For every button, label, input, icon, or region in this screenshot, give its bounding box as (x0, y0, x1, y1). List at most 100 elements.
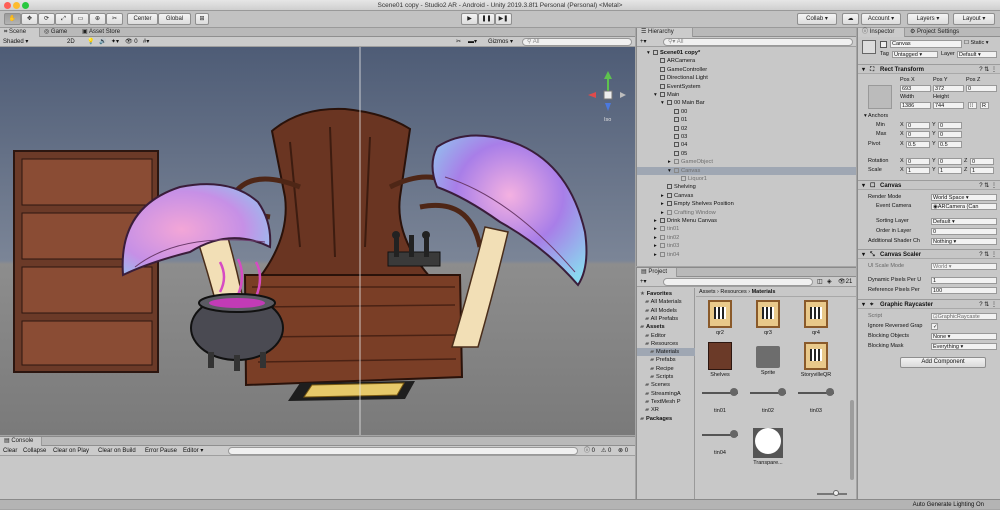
component-menu-icon[interactable]: ? ⇅ ⋮ (979, 65, 997, 75)
console-error-count[interactable]: ⊗ 0 (618, 446, 628, 456)
console-search-input[interactable] (228, 447, 578, 455)
render-mode-dropdown[interactable]: World Space ▾ (931, 194, 997, 201)
project-tree-item[interactable]: ▰ All Materials (637, 298, 695, 306)
asset-item[interactable]: Transpare... (748, 426, 788, 466)
hierarchy-item[interactable]: ▾ Main (637, 91, 856, 99)
vector-component-field[interactable]: 0 (906, 131, 930, 138)
raw-edit-button[interactable]: R (980, 102, 989, 109)
hierarchy-item[interactable]: ▾ 00 Main Bar (637, 99, 856, 107)
grid-toggle-icon[interactable]: #▾ (143, 37, 149, 47)
anchor-preset-icon[interactable] (868, 85, 892, 109)
project-tree-item[interactable]: ▰ Prefabs (637, 356, 695, 364)
vector-component-field[interactable]: 0 (906, 158, 930, 165)
hierarchy-item[interactable]: ARCamera (637, 57, 856, 65)
component-menu-icon[interactable]: ? ⇅ ⋮ (979, 250, 997, 260)
console-editor-dropdown[interactable]: Editor ▾ (183, 446, 203, 456)
tab-console[interactable]: ▤ Console (0, 437, 42, 446)
vector-component-field[interactable]: 0 (906, 122, 930, 129)
project-search-input[interactable] (663, 278, 813, 286)
order-in-layer-field[interactable]: 0 (931, 228, 997, 235)
tab-project[interactable]: ▤ Project (637, 268, 677, 277)
hierarchy-item[interactable]: ▾ Canvas (637, 166, 856, 175)
console-log-count[interactable]: ⓘ 0 (584, 446, 595, 456)
hierarchy-item[interactable]: ▸ tin04 (637, 251, 856, 259)
tools-icon[interactable]: ✂ (456, 37, 461, 47)
scene-search-input[interactable]: ⚲ All (522, 38, 632, 46)
audio-toggle-icon[interactable]: 🔊 (99, 37, 106, 47)
hierarchy-item[interactable]: ▸ tin03 (637, 242, 856, 250)
project-tree-item[interactable]: ★ Favorites (637, 290, 695, 298)
shading-mode-dropdown[interactable]: Shaded ▾ (3, 37, 28, 47)
rect-tool-button[interactable]: ▭ (72, 13, 89, 25)
cloud-icon[interactable]: ☁ (842, 13, 859, 25)
blocking-objects-dropdown[interactable]: None ▾ (931, 333, 997, 340)
project-tree-item[interactable]: ▰ XR (637, 406, 695, 414)
scale-tool-button[interactable]: ⤢ (55, 13, 72, 25)
hierarchy-item[interactable]: ▸ Empty Shelves Position (637, 200, 856, 208)
layout-dropdown[interactable]: Layout ▾ (953, 13, 995, 25)
vector-component-field[interactable]: 1 (970, 167, 994, 174)
anchors-foldout[interactable]: ▾ Anchors (864, 113, 888, 120)
hierarchy-item[interactable]: 00 (637, 108, 856, 116)
hierarchy-item[interactable]: 01 (637, 116, 856, 124)
filter-type-icon[interactable]: ◫ (817, 277, 823, 287)
console-clear-on-play-button[interactable]: Clear on Play (53, 446, 89, 456)
close-window-icon[interactable] (4, 2, 11, 9)
hierarchy-item[interactable]: 03 (637, 133, 856, 141)
breadcrumb-resources[interactable]: Resources (720, 289, 746, 295)
project-tree-item[interactable]: ▰ Editor (637, 332, 695, 340)
rect-transform-header[interactable]: Rect Transform ▾ ⛶? ⇅ ⋮ (858, 64, 1000, 74)
active-checkbox[interactable] (880, 41, 887, 48)
vector-component-field[interactable]: 1 (938, 167, 962, 174)
snap-button[interactable]: ⊞ (195, 13, 209, 25)
hidden-objects-icon[interactable]: 👁 0 (125, 37, 138, 47)
asset-item[interactable]: qr3 (748, 300, 788, 336)
tag-dropdown[interactable]: Untagged ▾ (892, 51, 938, 58)
thumbnail-size-slider-handle[interactable] (833, 490, 839, 496)
pos-x-field[interactable]: 693 (900, 85, 931, 92)
transform-tool-button[interactable]: ⊕ (89, 13, 106, 25)
hierarchy-search-input[interactable]: ⚲▾ All (663, 38, 853, 46)
asset-item[interactable]: tin02 (748, 384, 788, 414)
vector-component-field[interactable]: 1 (906, 167, 930, 174)
foldout-arrow-icon[interactable]: ▾ (862, 250, 865, 260)
layers-dropdown[interactable]: Layers ▾ (907, 13, 949, 25)
custom-tool-button[interactable]: ✂ (106, 13, 123, 25)
ui-scale-mode-dropdown[interactable]: World ▾ (931, 263, 997, 270)
asset-item[interactable]: tin01 (700, 384, 740, 414)
scene-viewport[interactable]: Iso (0, 47, 635, 435)
hierarchy-item[interactable]: EventSystem (637, 83, 856, 91)
vector-component-field[interactable]: 0.5 (906, 141, 930, 148)
camera-settings-icon[interactable]: ▬▾ (468, 37, 477, 47)
rotate-tool-button[interactable]: ⟳ (38, 13, 55, 25)
hierarchy-item[interactable]: ▸ Drink Menu Canvas (637, 217, 856, 225)
event-camera-field[interactable]: ◉ARCamera (Can (931, 203, 997, 210)
pivot-global-button[interactable]: Global (158, 13, 191, 25)
hierarchy-item[interactable]: Shelving (637, 183, 856, 191)
hidden-packages-count[interactable]: 👁21 (838, 277, 852, 287)
blocking-mask-dropdown[interactable]: Everything ▾ (931, 343, 997, 350)
project-tree-item[interactable]: ▰ Scripts (637, 373, 695, 381)
reference-pixels-field[interactable]: 100 (931, 287, 997, 294)
project-tree-item[interactable]: ▰ Recipe (637, 365, 695, 373)
move-tool-button[interactable]: ✥ (21, 13, 38, 25)
hierarchy-item[interactable]: ▸ GameObject (637, 158, 856, 166)
vector-component-field[interactable]: 0 (970, 158, 994, 165)
shader-channels-dropdown[interactable]: Nothing ▾ (931, 238, 997, 245)
foldout-arrow-icon[interactable]: ▾ (862, 300, 865, 310)
pivot-center-button[interactable]: Center (127, 13, 158, 25)
width-field[interactable]: 1386 (900, 102, 931, 109)
zoom-window-icon[interactable] (22, 2, 29, 9)
object-name-field[interactable]: Canvas (890, 40, 962, 48)
tab-hierarchy[interactable]: ☰ Hierarchy (637, 28, 693, 37)
component-menu-icon[interactable]: ? ⇅ ⋮ (979, 181, 997, 191)
vector-component-field[interactable]: 0 (938, 158, 962, 165)
dynamic-pixels-field[interactable]: 1 (931, 277, 997, 284)
hierarchy-item[interactable]: ▾ Scene01 copy* (637, 49, 856, 57)
vector-component-field[interactable]: 0 (938, 131, 962, 138)
canvas-component-header[interactable]: Canvas ▾ ☐? ⇅ ⋮ (858, 180, 1000, 190)
breadcrumb-materials[interactable]: Materials (752, 289, 776, 295)
hierarchy-item[interactable]: Liquor1 (637, 175, 856, 183)
hierarchy-item[interactable]: 05 (637, 150, 856, 158)
console-clear-on-build-button[interactable]: Clear on Build (98, 446, 136, 456)
